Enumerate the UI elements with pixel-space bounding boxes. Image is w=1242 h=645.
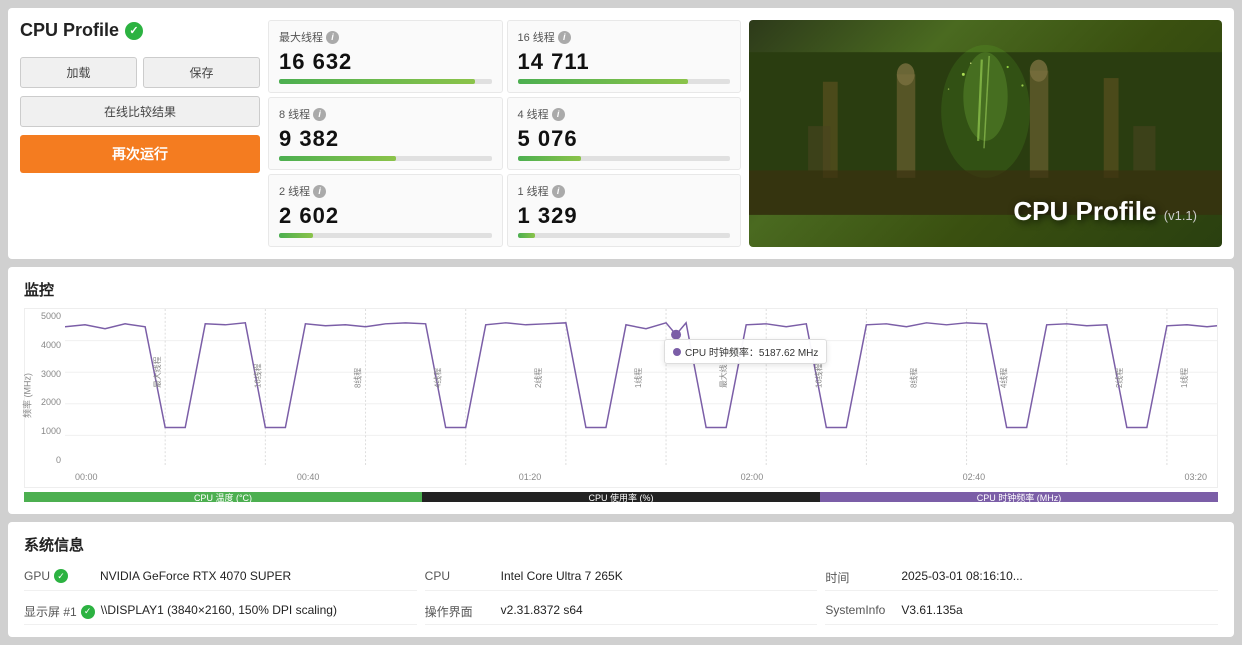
score-bar-fill (279, 233, 313, 238)
svg-text:4线程: 4线程 (433, 368, 443, 388)
score-value: 5 076 (518, 126, 731, 152)
score-value: 1 329 (518, 203, 731, 229)
title-text: CPU Profile (20, 20, 119, 41)
image-subtitle: (v1.1) (1164, 208, 1197, 223)
monitor-title: 监控 (24, 279, 1218, 300)
svg-text:1线程: 1线程 (633, 368, 643, 388)
sysinfo-time-row: 时间 2025-03-01 08:16:10... (825, 565, 1218, 591)
sysinfo-cpu-row: CPU Intel Core Ultra 7 265K (425, 565, 818, 591)
score-bar-fill (518, 233, 535, 238)
info-icon: i (326, 31, 339, 44)
game-image-panel: CPU Profile (v1.1) (749, 20, 1222, 247)
score-bar (279, 233, 492, 238)
sysinfo-section: 系统信息 GPU ✓ NVIDIA GeForce RTX 4070 SUPER… (8, 522, 1234, 637)
monitor-section: 监控 5000 4000 3000 2000 1000 0 频率 (MHz) (8, 267, 1234, 514)
svg-text:1线程: 1线程 (1179, 368, 1189, 388)
score-label: 2 线程 i (279, 183, 492, 199)
score-label: 16 线程 i (518, 29, 731, 45)
score-value: 16 632 (279, 49, 492, 75)
sysinfo-cpu-val: Intel Core Ultra 7 265K (501, 569, 623, 583)
sysinfo-sysinfo-val: V3.61.135a (901, 603, 962, 617)
score-card: 最大线程 i 16 632 (268, 20, 503, 93)
display-check-icon: ✓ (81, 605, 95, 619)
info-icon: i (552, 185, 565, 198)
score-card: 8 线程 i 9 382 (268, 97, 503, 170)
score-label: 最大线程 i (279, 29, 492, 45)
score-bar-fill (279, 79, 475, 84)
tooltip-text: CPU 时钟频率：5187.62 MHz (685, 344, 818, 359)
y-axis-label: 频率 (MHz) (21, 373, 34, 418)
sysinfo-sysinfo-key: SystemInfo (825, 603, 895, 617)
sysinfo-display-key: 显示屏 #1 ✓ (24, 603, 95, 620)
score-card: 2 线程 i 2 602 (268, 174, 503, 247)
gpu-check-icon: ✓ (54, 569, 68, 583)
score-bar (518, 233, 731, 238)
score-bar-fill (518, 156, 582, 161)
save-button[interactable]: 保存 (143, 57, 260, 88)
check-icon: ✓ (125, 22, 143, 40)
sysinfo-cpu-key: CPU (425, 569, 495, 583)
chart-area: 最大线程 16线程 8线程 4线程 2线程 1线程 最大线程 16线程 8线程 … (65, 309, 1217, 467)
svg-text:16线程: 16线程 (252, 363, 262, 388)
chart-container: 5000 4000 3000 2000 1000 0 频率 (MHz) (24, 308, 1218, 488)
score-bar (518, 156, 731, 161)
chart-tooltip: CPU 时钟频率：5187.62 MHz (664, 339, 827, 364)
info-icon: i (552, 108, 565, 121)
compare-button[interactable]: 在线比较结果 (20, 96, 260, 127)
score-bar (518, 79, 731, 84)
score-grid: 最大线程 i 16 632 16 线程 i 14 711 8 线程 i 9 38… (268, 20, 741, 247)
sysinfo-title: 系统信息 (24, 534, 1218, 555)
svg-text:2线程: 2线程 (533, 368, 543, 388)
score-card: 16 线程 i 14 711 (507, 20, 742, 93)
sysinfo-gpu-row: GPU ✓ NVIDIA GeForce RTX 4070 SUPER (24, 565, 417, 591)
info-icon: i (558, 31, 571, 44)
score-label: 1 线程 i (518, 183, 731, 199)
svg-text:8线程: 8线程 (352, 368, 362, 388)
svg-text:16线程: 16线程 (813, 363, 823, 388)
sysinfo-time-key: 时间 (825, 569, 895, 586)
score-value: 2 602 (279, 203, 492, 229)
legend-usage: CPU 使用率 (%) (422, 492, 820, 502)
sysinfo-gpu-val: NVIDIA GeForce RTX 4070 SUPER (100, 569, 291, 583)
score-bar (279, 156, 492, 161)
svg-text:8线程: 8线程 (908, 368, 918, 388)
legend-temperature: CPU 温度 (°C) (24, 492, 422, 502)
info-icon: i (313, 185, 326, 198)
score-card: 1 线程 i 1 329 (507, 174, 742, 247)
sysinfo-os-row: 操作界面 v2.31.8372 s64 (425, 599, 818, 625)
score-value: 9 382 (279, 126, 492, 152)
score-bar-fill (518, 79, 688, 84)
chart-x-axis: 00:00 00:40 01:20 02:00 02:40 03:20 (65, 467, 1217, 487)
chart-legend: CPU 温度 (°C) CPU 使用率 (%) CPU 时钟频率 (MHz) (24, 492, 1218, 502)
sysinfo-display-row: 显示屏 #1 ✓ \\DISPLAY1 (3840×2160, 150% DPI… (24, 599, 417, 625)
svg-text:最大线程: 最大线程 (152, 356, 162, 388)
sysinfo-display-val: \\DISPLAY1 (3840×2160, 150% DPI scaling) (101, 603, 337, 617)
image-title: CPU Profile (1013, 196, 1156, 226)
sysinfo-time-val: 2025-03-01 08:16:10... (901, 569, 1022, 583)
score-label: 4 线程 i (518, 106, 731, 122)
score-value: 14 711 (518, 49, 731, 75)
score-label: 8 线程 i (279, 106, 492, 122)
load-button[interactable]: 加载 (20, 57, 137, 88)
svg-text:2线程: 2线程 (1114, 368, 1124, 388)
sysinfo-grid: GPU ✓ NVIDIA GeForce RTX 4070 SUPER CPU … (24, 565, 1218, 625)
info-icon: i (313, 108, 326, 121)
run-button[interactable]: 再次运行 (20, 135, 260, 173)
tooltip-dot (673, 348, 681, 356)
legend-clock: CPU 时钟频率 (MHz) (820, 492, 1218, 502)
score-bar (279, 79, 492, 84)
sysinfo-sysinfo-row: SystemInfo V3.61.135a (825, 599, 1218, 625)
sysinfo-os-val: v2.31.8372 s64 (501, 603, 583, 617)
sysinfo-gpu-key: GPU ✓ (24, 569, 94, 583)
sysinfo-os-key: 操作界面 (425, 603, 495, 620)
score-card: 4 线程 i 5 076 (507, 97, 742, 170)
cpu-profile-title: CPU Profile ✓ (20, 20, 260, 41)
score-bar-fill (279, 156, 396, 161)
svg-text:4线程: 4线程 (999, 368, 1009, 388)
